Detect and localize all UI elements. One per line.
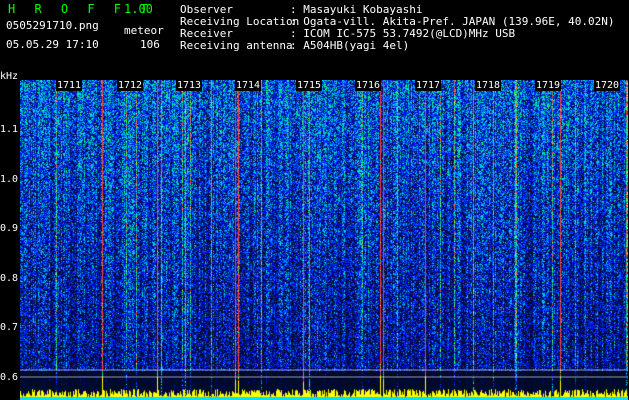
x-tick-label: 1715 bbox=[296, 80, 323, 91]
x-tick-label: 1714 bbox=[235, 80, 262, 91]
x-tick-label: 1718 bbox=[475, 80, 502, 91]
x-tick-label: 1719 bbox=[535, 80, 562, 91]
app-version: 1.00 bbox=[124, 2, 153, 16]
file-name: 0505291710.png bbox=[6, 19, 99, 32]
x-tick-label: 1716 bbox=[355, 80, 382, 91]
y-tick-label: 0.9 bbox=[0, 223, 19, 234]
y-tick-label: 1.0 bbox=[0, 174, 19, 185]
x-tick-label: 1717 bbox=[415, 80, 442, 91]
mode-label: meteor bbox=[124, 24, 164, 37]
info-antenna-value: : A504HB(yagi 4el) bbox=[290, 39, 410, 52]
x-tick-label: 1713 bbox=[176, 80, 203, 91]
x-tick-label: 1711 bbox=[56, 80, 83, 91]
spectrogram-overlay bbox=[20, 369, 628, 378]
y-tick-label: 0.8 bbox=[0, 273, 19, 284]
spectrogram-plot bbox=[20, 80, 628, 400]
info-antenna-label: Receiving antenna bbox=[180, 39, 293, 52]
capture-datetime: 05.05.29 17:10 bbox=[6, 38, 99, 51]
y-axis-unit: kHz bbox=[0, 71, 19, 82]
y-tick-label: 0.6 bbox=[0, 372, 19, 383]
x-tick-label: 1720 bbox=[594, 80, 621, 91]
event-count: 106 bbox=[140, 38, 160, 51]
y-tick-label: 0.7 bbox=[0, 322, 19, 333]
y-tick-label: 1.1 bbox=[0, 124, 19, 135]
x-tick-label: 1712 bbox=[117, 80, 144, 91]
